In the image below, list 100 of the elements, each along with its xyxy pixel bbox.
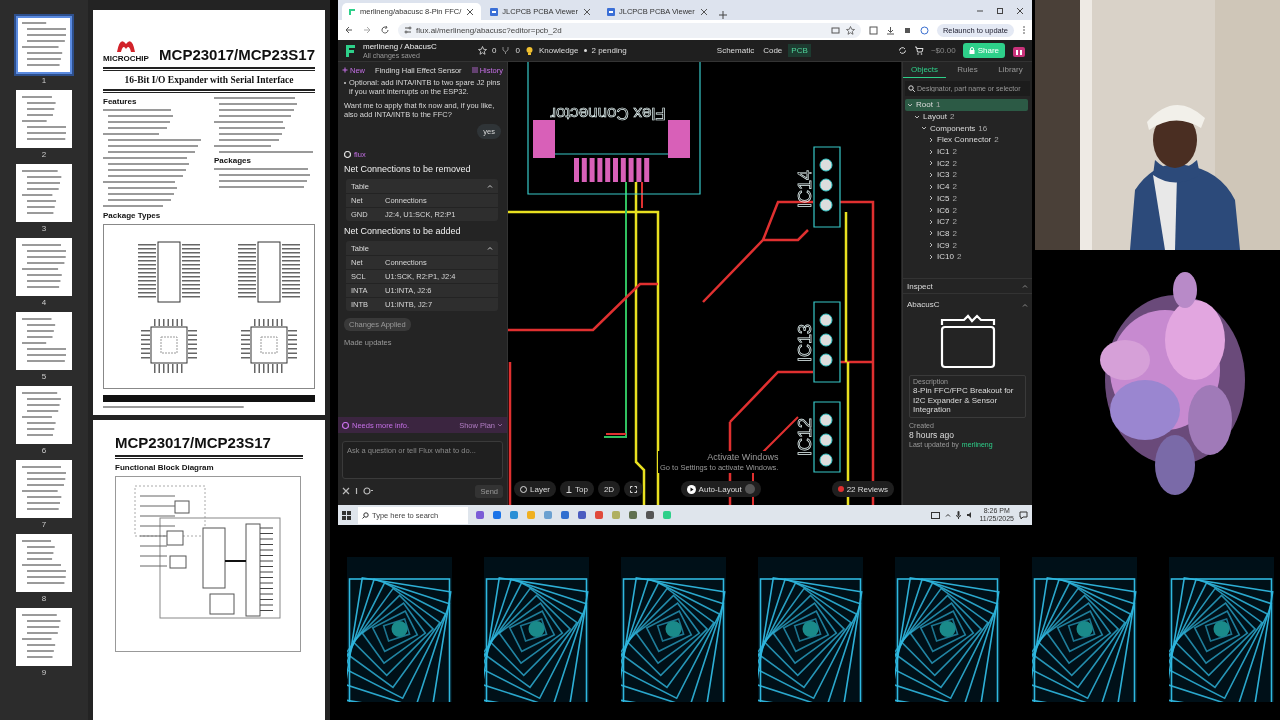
- component-label: Flex Connector: [550, 103, 666, 123]
- tree-item[interactable]: IC7 2: [905, 215, 1028, 228]
- tree-item[interactable]: IC1 2: [905, 145, 1028, 158]
- page-thumbnail[interactable]: [16, 608, 72, 666]
- tree-item[interactable]: Flex Connector 2: [905, 134, 1028, 146]
- view-tab[interactable]: Schematic: [713, 44, 758, 57]
- auto-layout-button[interactable]: Auto-Layout: [680, 481, 761, 497]
- tools-icon[interactable]: [342, 487, 350, 495]
- project-name[interactable]: merlineng / AbacusC: [363, 41, 473, 51]
- list-icon: [471, 67, 478, 73]
- page-thumbnail[interactable]: [16, 164, 72, 222]
- tree-item[interactable]: IC10 2: [905, 250, 1028, 263]
- view-mode-button[interactable]: 2D: [597, 481, 621, 497]
- forward-icon[interactable]: [362, 25, 372, 35]
- page-thumbnail[interactable]: [16, 312, 72, 370]
- tree-item[interactable]: IC8 2: [905, 227, 1028, 240]
- tree-item[interactable]: IC6 2: [905, 204, 1028, 216]
- address-bar[interactable]: flux.ai/merlineng/abacusc?editor=pcb_2d: [398, 22, 861, 38]
- search-icon: [362, 511, 369, 519]
- tree-item[interactable]: Root 1: [905, 99, 1028, 111]
- tree-item[interactable]: Components 16: [905, 122, 1028, 135]
- model-icon[interactable]: [363, 487, 373, 495]
- tree-item[interactable]: IC9 2: [905, 239, 1028, 251]
- extensions-icon[interactable]: [868, 25, 878, 35]
- panel-tab[interactable]: Rules: [946, 62, 989, 78]
- item-count: 2: [952, 217, 957, 227]
- logo-icon: [490, 7, 499, 16]
- restore-icon[interactable]: [996, 7, 1004, 15]
- tree-item-label: IC7: [937, 217, 950, 227]
- reviews-button[interactable]: 22 Reviews: [831, 481, 894, 497]
- fork-icon[interactable]: [501, 46, 511, 55]
- tree-item-label: IC5: [937, 193, 950, 203]
- tree-item-label: IC3: [937, 170, 950, 180]
- flux-avatar-icon: [342, 421, 349, 429]
- close-icon[interactable]: [698, 6, 709, 17]
- download-icon[interactable]: [885, 25, 895, 35]
- windows-logo-icon[interactable]: [342, 510, 351, 520]
- panel-tab[interactable]: Library: [989, 62, 1032, 78]
- chevron-icon: [487, 246, 493, 250]
- fullscreen-button[interactable]: [624, 481, 644, 497]
- tree-item[interactable]: IC4 2: [905, 180, 1028, 193]
- toggle-switch[interactable]: [744, 484, 755, 494]
- attach-icon[interactable]: [354, 486, 359, 496]
- tree-item[interactable]: IC5 2: [905, 192, 1028, 205]
- chevron-icon[interactable]: [945, 513, 952, 517]
- item-count: 2: [952, 205, 957, 215]
- thumbnail-drawing: [22, 318, 66, 362]
- star-icon[interactable]: [845, 25, 855, 35]
- chevron-icon[interactable]: [1022, 284, 1028, 288]
- tree-item-label: IC2: [937, 158, 950, 168]
- tree-item-label: Components: [930, 123, 976, 133]
- page-thumbnail[interactable]: [16, 386, 72, 444]
- menu-icon[interactable]: [1022, 25, 1026, 35]
- page-thumbnail[interactable]: [16, 90, 72, 148]
- component-label: IC13: [794, 324, 815, 362]
- back-icon[interactable]: [344, 25, 354, 35]
- chevron-icon: [487, 184, 493, 188]
- thumbnail-drawing: [22, 96, 66, 140]
- close-icon[interactable]: [465, 6, 476, 17]
- minimize-icon[interactable]: [976, 7, 984, 15]
- layer-button[interactable]: Layer: [514, 481, 556, 497]
- folder-icon: [939, 313, 996, 369]
- close-icon[interactable]: [1016, 7, 1024, 15]
- page-thumbnail[interactable]: [16, 534, 72, 592]
- tree-item-label: Flex Connector: [937, 135, 992, 145]
- view-tab[interactable]: Code: [760, 44, 786, 57]
- avatar-icon[interactable]: [1012, 44, 1026, 57]
- keyboard-icon[interactable]: [931, 511, 941, 519]
- cart-icon[interactable]: [913, 46, 924, 55]
- thumbnail-drawing: [22, 466, 66, 510]
- tree-item[interactable]: IC3 2: [905, 169, 1028, 181]
- logo-icon[interactable]: [344, 42, 358, 59]
- item-count: 2: [952, 193, 957, 203]
- page-number: 5: [41, 372, 47, 381]
- plus-icon[interactable]: [717, 10, 728, 20]
- tree-item[interactable]: IC2 2: [905, 157, 1028, 170]
- reload-icon[interactable]: [380, 25, 390, 35]
- sync-icon[interactable]: [897, 46, 907, 55]
- view-tab[interactable]: PCB: [788, 44, 811, 57]
- logo-icon: [348, 7, 356, 16]
- thumbnail-drawing: [22, 244, 66, 288]
- tree-item-label: IC4: [937, 182, 950, 192]
- tree-item[interactable]: Layout 2: [905, 110, 1028, 123]
- page-number: 7: [41, 520, 47, 529]
- side-button[interactable]: Top: [560, 481, 594, 497]
- knowledge-status[interactable]: 2 pending: [591, 46, 627, 55]
- page-thumbnail[interactable]: [16, 460, 72, 518]
- install-icon[interactable]: [830, 25, 840, 35]
- fullscreen-icon: [630, 485, 638, 493]
- chevron-icon[interactable]: [1022, 302, 1028, 307]
- microphone-icon[interactable]: [956, 511, 962, 519]
- close-icon[interactable]: [582, 6, 593, 17]
- knowledge-label[interactable]: Knowledge: [538, 46, 579, 55]
- profile-icon[interactable]: [919, 25, 929, 35]
- page-thumbnail[interactable]: [16, 16, 72, 74]
- section-heading: Package Types: [103, 211, 162, 220]
- panel-tab[interactable]: Objects: [903, 62, 946, 78]
- notification-icon[interactable]: [1019, 510, 1028, 520]
- lightbulb-icon: [524, 45, 534, 56]
- page-thumbnail[interactable]: [16, 238, 72, 296]
